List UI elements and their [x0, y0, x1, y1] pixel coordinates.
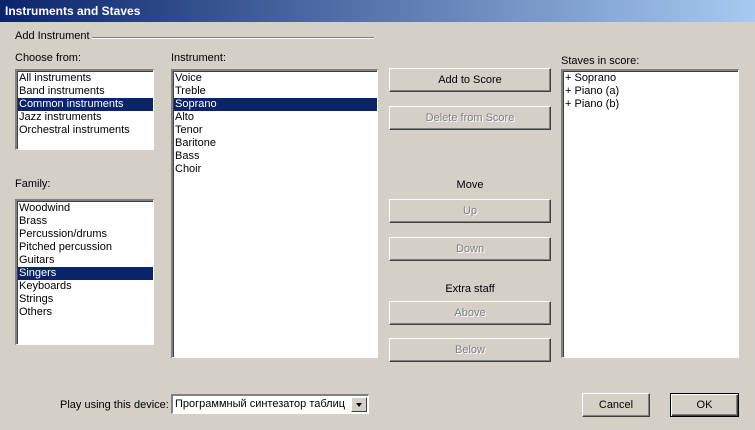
cancel-button[interactable]: Cancel [582, 393, 650, 417]
group-divider [92, 37, 374, 39]
instrument-item[interactable]: Bass [174, 150, 377, 163]
instrument-item[interactable]: Alto [174, 111, 377, 124]
instrument-item[interactable]: Voice [174, 72, 377, 85]
delete-from-score-label: Delete from Score [425, 112, 515, 124]
add-to-score-button[interactable]: Add to Score [389, 68, 551, 92]
family-item[interactable]: Singers [18, 267, 153, 280]
move-caption: Move [456, 179, 484, 191]
family-item[interactable]: Pitched percussion [18, 241, 153, 254]
instrument-label: Instrument: [171, 52, 227, 64]
down-label: Down [455, 243, 485, 255]
below-label: Below [455, 344, 485, 356]
choose-from-item[interactable]: Band instruments [18, 85, 153, 98]
device-select[interactable]: Программный синтезатор таблиц [171, 394, 369, 414]
family-list[interactable]: Woodwind Brass Percussion/drums Pitched per… [15, 199, 154, 345]
instrument-item[interactable]: Soprano [174, 98, 377, 111]
choose-from-list[interactable]: All instruments Band instruments Common in… [15, 69, 154, 150]
extra-staff-caption: Extra staff [445, 283, 495, 295]
device-label: Play using this device: [60, 399, 169, 411]
family-item[interactable]: Others [18, 306, 153, 319]
instrument-item[interactable]: Treble [174, 85, 377, 98]
staves-item[interactable]: + Soprano [564, 72, 738, 85]
add-instrument-group-label: Add Instrument [15, 30, 90, 42]
family-item[interactable]: Brass [18, 215, 153, 228]
family-item[interactable]: Keyboards [18, 280, 153, 293]
staves-item[interactable]: + Piano (a) [564, 85, 738, 98]
family-item[interactable]: Guitars [18, 254, 153, 267]
dropdown-arrow-icon[interactable] [351, 397, 367, 412]
instruments-staves-dialog: Instruments and Staves Add Instrument Ch… [0, 0, 755, 430]
up-button[interactable]: Up [389, 199, 551, 223]
staves-item[interactable]: + Piano (b) [564, 98, 738, 111]
choose-from-item[interactable]: Orchestral instruments [18, 124, 153, 137]
device-value: Программный синтезатор таблиц [175, 398, 346, 410]
instrument-item[interactable]: Choir [174, 163, 377, 176]
down-button[interactable]: Down [389, 237, 551, 261]
add-to-score-label: Add to Score [438, 74, 502, 86]
choose-from-item[interactable]: Common instruments [18, 98, 153, 111]
choose-from-item[interactable]: Jazz instruments [18, 111, 153, 124]
instrument-item[interactable]: Baritone [174, 137, 377, 150]
above-label: Above [454, 307, 486, 319]
window-title: Instruments and Staves [5, 4, 141, 18]
cancel-label: Cancel [598, 399, 634, 411]
instrument-item[interactable]: Tenor [174, 124, 377, 137]
delete-from-score-button[interactable]: Delete from Score [389, 106, 551, 130]
above-button[interactable]: Above [389, 301, 551, 325]
family-item[interactable]: Strings [18, 293, 153, 306]
choose-from-item[interactable]: All instruments [18, 72, 153, 85]
choose-from-label: Choose from: [15, 52, 82, 64]
up-label: Up [462, 205, 478, 217]
below-button[interactable]: Below [389, 338, 551, 362]
family-label: Family: [15, 178, 51, 190]
staves-list[interactable]: + Soprano + Piano (a) + Piano (b) [561, 69, 739, 358]
family-item[interactable]: Woodwind [18, 202, 153, 215]
title-bar: Instruments and Staves [0, 0, 755, 22]
ok-button[interactable]: OK [670, 393, 739, 417]
family-item[interactable]: Percussion/drums [18, 228, 153, 241]
staves-label: Staves in score: [561, 55, 640, 67]
instrument-list[interactable]: Voice Treble Soprano Alto Tenor Baritone Bass C… [171, 69, 378, 358]
ok-label: OK [696, 399, 713, 411]
